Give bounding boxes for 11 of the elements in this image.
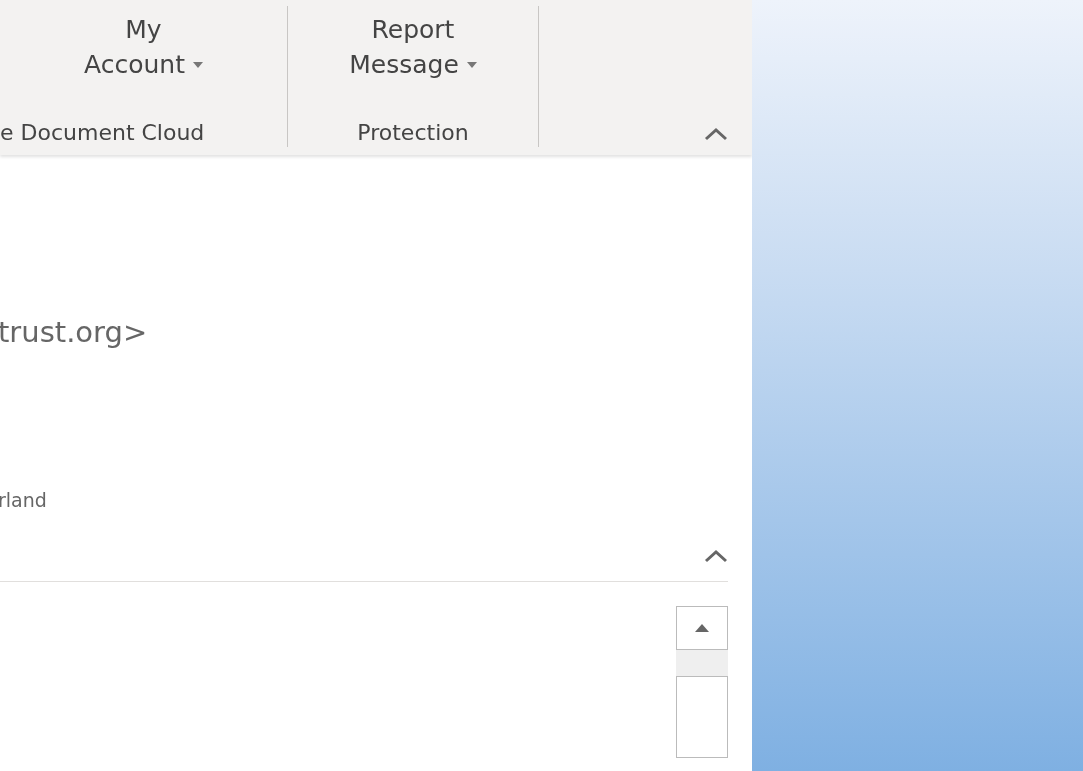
collapse-ribbon-button[interactable] — [704, 127, 728, 141]
group-label: Protection — [357, 120, 469, 147]
scroll-track — [676, 650, 728, 676]
scroll-up-button[interactable] — [676, 606, 728, 650]
scroll-thumb[interactable] — [676, 676, 728, 758]
ribbon-button[interactable]: My Account — [74, 6, 213, 120]
up-arrow-icon — [695, 624, 709, 632]
location-text: rland — [0, 489, 48, 511]
collapse-section-button[interactable] — [704, 549, 728, 563]
group-label: e Document Cloud — [0, 120, 205, 147]
ribbon-button[interactable]: Report Message — [339, 6, 487, 120]
